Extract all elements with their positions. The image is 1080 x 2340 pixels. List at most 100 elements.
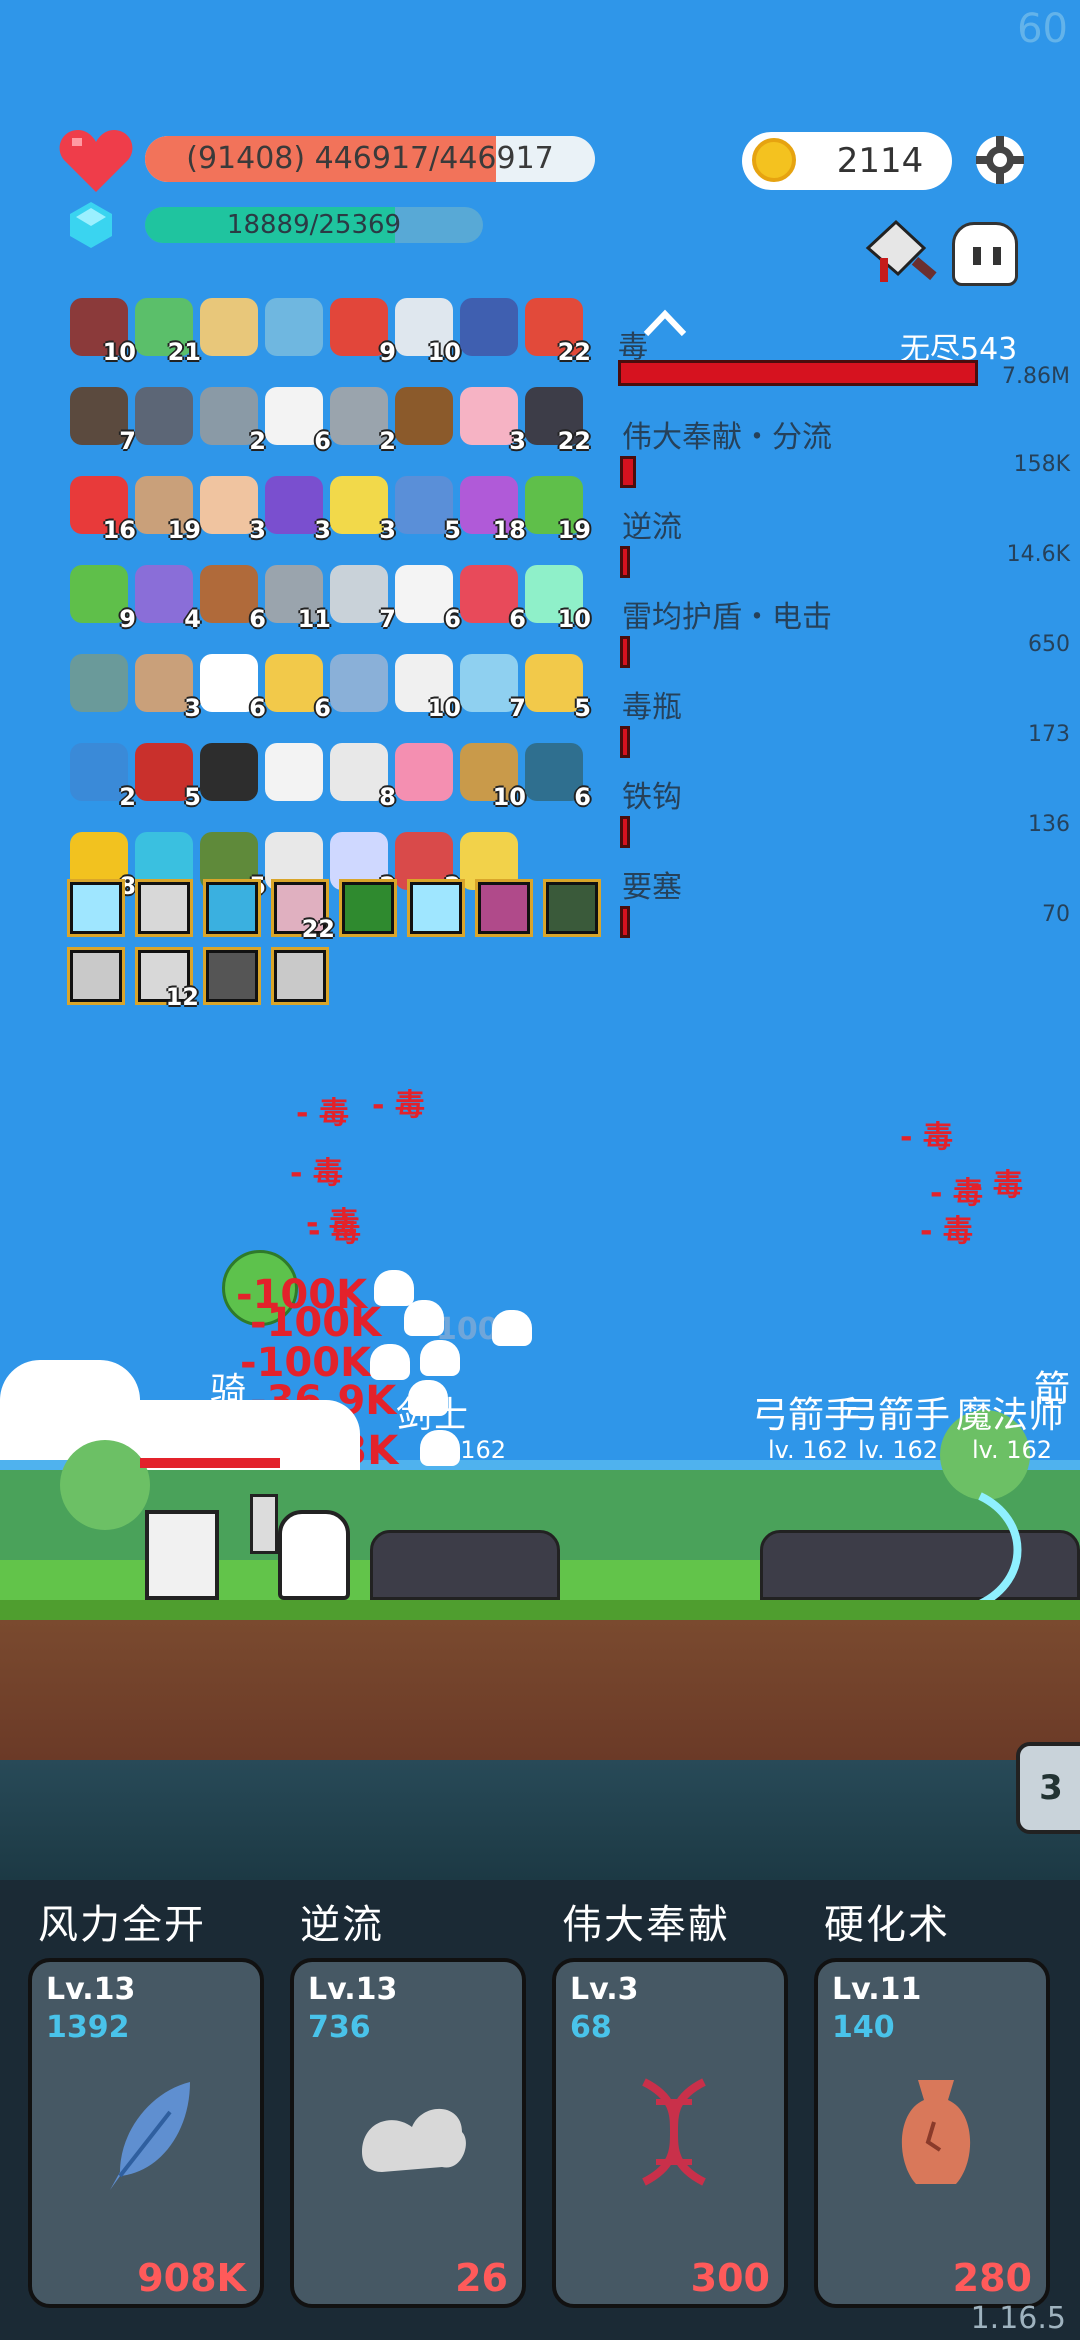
- eye-disc-icon[interactable]: [70, 654, 128, 712]
- skill-card[interactable]: Lv.3 68 300: [552, 1958, 788, 2308]
- damage-value: 158K: [1013, 452, 1070, 477]
- spray-bottle-icon[interactable]: [395, 743, 453, 801]
- vase-icon: [901, 2080, 971, 2184]
- damage-value: 136: [1028, 812, 1070, 837]
- item-count: 5: [444, 516, 461, 544]
- skill-level: Lv.11: [832, 1972, 922, 2007]
- scroll-icon[interactable]: [200, 298, 258, 356]
- hooded-figure-icon[interactable]: [135, 387, 193, 445]
- equipment-slot[interactable]: [407, 879, 465, 937]
- enemy-group-left: [370, 1530, 560, 1600]
- equipment-slot[interactable]: [67, 947, 125, 1005]
- dna-icon: [642, 2078, 706, 2186]
- bat-icon[interactable]: 22: [525, 387, 591, 455]
- equipment-slot[interactable]: [67, 879, 125, 937]
- item-count: 22: [557, 338, 591, 366]
- skill-cost: 140: [832, 2010, 895, 2045]
- cleaver-icon[interactable]: [862, 218, 942, 290]
- item-count: 22: [557, 427, 591, 455]
- cauldron-icon[interactable]: [200, 743, 258, 801]
- thermometer-icon[interactable]: 5: [135, 743, 201, 811]
- speech-bubble-icon[interactable]: 6: [525, 743, 591, 811]
- tarot-card-icon[interactable]: [460, 298, 518, 356]
- damage-bar: [620, 636, 630, 668]
- damage-value: 14.6K: [1006, 542, 1070, 567]
- item-count: 7: [119, 427, 136, 455]
- skill-title: 逆流: [300, 1902, 384, 1948]
- compass-icon[interactable]: 2: [200, 387, 266, 455]
- side-tab-button[interactable]: 3: [1016, 1742, 1080, 1834]
- skill-card[interactable]: Lv.11 140 280: [814, 1958, 1050, 2308]
- star-shield-icon[interactable]: 4: [135, 565, 201, 633]
- equipment-slot[interactable]: [203, 879, 261, 937]
- fried-egg-icon[interactable]: 3: [330, 476, 396, 544]
- raised-fist-icon[interactable]: 3: [200, 476, 266, 544]
- item-count: 5: [574, 694, 591, 722]
- equipment-slot[interactable]: 12: [135, 947, 199, 1011]
- gift-box-icon[interactable]: 16: [70, 476, 136, 544]
- skull-egg-icon[interactable]: 8: [330, 743, 396, 811]
- clipboard-icon[interactable]: [265, 743, 323, 801]
- ghost-menu-icon[interactable]: [952, 222, 1018, 286]
- item-count: 10: [427, 694, 461, 722]
- ghost-icon[interactable]: 6: [200, 654, 266, 722]
- cash-heart-icon[interactable]: 21: [135, 298, 201, 366]
- purple-hat-icon[interactable]: 3: [265, 476, 331, 544]
- heart-icon: [59, 130, 133, 192]
- poison-tick: - 毒: [308, 1214, 361, 1249]
- magic-wand-icon[interactable]: 6: [265, 654, 331, 722]
- hook-question-icon[interactable]: 2: [330, 387, 396, 455]
- coconut-drink-icon[interactable]: 6: [200, 565, 266, 633]
- skill-card[interactable]: Lv.13 736 26: [290, 1958, 526, 2308]
- magnifier-icon[interactable]: [265, 298, 323, 356]
- crystal-ball-icon[interactable]: 18: [460, 476, 526, 544]
- tombstone-icon[interactable]: 7: [70, 387, 136, 455]
- equipment-slot[interactable]: [339, 879, 397, 937]
- equipment-slot[interactable]: [135, 879, 193, 937]
- mushroom-icon[interactable]: 22: [525, 298, 591, 366]
- spiked-mace-icon[interactable]: 11: [265, 565, 331, 633]
- playing-cards-icon[interactable]: 6: [265, 387, 331, 455]
- red-sock-icon[interactable]: 9: [330, 298, 396, 366]
- skill-price: 26: [455, 2256, 508, 2300]
- damage-bar: [620, 546, 630, 578]
- skull-icon: [374, 1270, 414, 1306]
- potion-flask-icon[interactable]: 7: [460, 654, 526, 722]
- flower-icon[interactable]: 6: [395, 565, 461, 633]
- lime-icon[interactable]: 19: [525, 476, 591, 544]
- noose-icon[interactable]: 3: [135, 654, 201, 722]
- skill-card[interactable]: Lv.13 1392 908K: [28, 1958, 264, 2308]
- treasure-chest-icon[interactable]: [395, 387, 453, 445]
- green-monster-icon[interactable]: 9: [70, 565, 136, 633]
- damage-bar: [620, 816, 630, 848]
- bow-icon[interactable]: 10: [460, 743, 526, 811]
- game-screen: 60 (91408) 446917/446917 18889/25369 211…: [0, 0, 1080, 2340]
- item-count: 9: [379, 338, 396, 366]
- equipment-slot[interactable]: [475, 879, 533, 937]
- axe-icon[interactable]: 7: [330, 565, 396, 633]
- watermelon-icon[interactable]: 6: [460, 565, 526, 633]
- skill-cost: 736: [308, 2010, 371, 2045]
- damage-value: 7.86M: [1002, 364, 1070, 389]
- equipment-slot[interactable]: [543, 879, 601, 937]
- ghost-flask-icon[interactable]: 10: [525, 565, 591, 633]
- equipment-slot[interactable]: [203, 947, 261, 1005]
- item-count: 21: [167, 338, 201, 366]
- diamond-ring-icon[interactable]: 5: [525, 654, 591, 722]
- settings-gear-icon[interactable]: [970, 130, 1030, 190]
- coconut-icon[interactable]: 19: [135, 476, 201, 544]
- skill-cost: 1392: [46, 2010, 130, 2045]
- skill-title: 伟大奉献: [562, 1902, 730, 1948]
- jam-jar-icon[interactable]: 10: [70, 298, 136, 366]
- equipment-count: 22: [301, 915, 335, 943]
- target-icon[interactable]: 2: [70, 743, 136, 811]
- item-count: 8: [379, 783, 396, 811]
- ice-cream-icon[interactable]: 3: [460, 387, 526, 455]
- item-count: 3: [379, 516, 396, 544]
- equipment-slot[interactable]: 22: [271, 879, 335, 943]
- equipment-slot[interactable]: [271, 947, 329, 1005]
- blue-scroll-icon[interactable]: [330, 654, 388, 712]
- shield-icon[interactable]: 5: [395, 476, 461, 544]
- envelope-icon[interactable]: 10: [395, 298, 461, 366]
- dice-icon[interactable]: 10: [395, 654, 461, 722]
